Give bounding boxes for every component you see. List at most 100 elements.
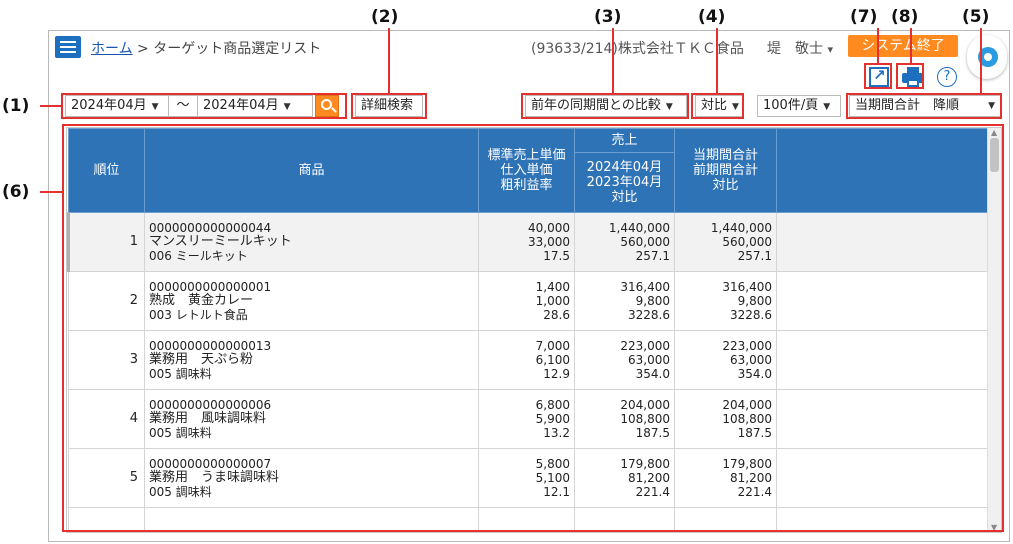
detail-search-button[interactable]: 詳細検索 (355, 95, 423, 117)
vertical-scrollbar[interactable]: ▲ ▼ (987, 128, 1001, 532)
callout-8: (8) (891, 7, 919, 27)
period-from-value: 2024年04月 (71, 98, 147, 113)
period-from-select[interactable]: 2024年04月 ▼ (65, 95, 169, 117)
header-sales-line: 2024年04月 (586, 160, 663, 175)
open-new-window-icon[interactable] (869, 66, 889, 87)
annotation-leader-1 (40, 105, 61, 107)
product-category: 005 調味料 (149, 367, 212, 381)
product-code: 0000000000000007 (149, 457, 272, 471)
breadcrumb-separator: > (137, 41, 149, 57)
header-sales-periods[interactable]: 2024年04月 2023年04月 対比 (574, 152, 675, 213)
product-cell: 0000000000000007 業務用 うま味調味料 005 調味料 (144, 448, 479, 508)
unit-value: 6,800 (535, 398, 570, 412)
total-value: 223,000 (722, 339, 772, 353)
caret-down-icon: ▼ (283, 102, 291, 112)
unit-value: 12.9 (543, 367, 570, 381)
page-size-select[interactable]: 100件/頁 ▼ (757, 95, 841, 117)
product-category: 006 ミールキット (149, 249, 248, 263)
product-cell: 0000000000000010 (144, 507, 479, 532)
product-code: 0000000000000044 (149, 221, 272, 235)
app-window: ホーム > ターゲット商品選定リスト (93633/214)株式会社ＴＫＣ食品 … (48, 30, 1010, 542)
breadcrumb-home-link[interactable]: ホーム (91, 41, 133, 57)
unit-cell: 1,400 1,000 28.6 (478, 271, 575, 331)
sales-value: 316,400 (620, 280, 670, 294)
header-sales-line: 対比 (611, 190, 638, 205)
table-row[interactable]: 4 0000000000000006 業務用 風味調味料 005 調味料 6,800 5,… (68, 389, 989, 449)
menu-icon[interactable] (55, 36, 81, 58)
product-code: 0000000000000013 (149, 339, 272, 353)
comparison-value: 前年の同期間との比較 (531, 98, 661, 113)
rank-cell: 4 (68, 389, 145, 449)
compare-type-select[interactable]: 対比 ▼ (695, 95, 743, 117)
annotation-leader-5 (980, 28, 982, 93)
total-value: 187.5 (737, 426, 772, 440)
total-cell: 316,400 9,800 3228.6 (674, 271, 777, 331)
annotation-leader-2 (388, 28, 390, 93)
header-rank[interactable]: 順位 (68, 128, 145, 213)
product-category: 005 調味料 (149, 426, 212, 440)
scroll-up-icon[interactable]: ▲ (991, 128, 997, 137)
product-category: 003 レトルト食品 (149, 308, 248, 322)
compare-type-value: 対比 (701, 98, 728, 113)
callout-3: (3) (594, 7, 622, 27)
total-cell: 223,000 63,000 354.0 (674, 330, 777, 390)
unit-cell: 5,800 5,100 12.1 (478, 448, 575, 508)
rank-cell (68, 507, 145, 532)
scrollbar-thumb[interactable] (990, 138, 999, 172)
product-code: 0000000000000001 (149, 280, 272, 294)
table-row[interactable]: 0000000000000010 5,400 172,800 172,800 (68, 507, 989, 532)
total-cell: 204,000 108,800 187.5 (674, 389, 777, 449)
system-exit-button[interactable]: システム終了 (848, 35, 958, 57)
callout-7: (7) (850, 7, 878, 27)
scroll-down-icon[interactable]: ▼ (991, 523, 997, 532)
callout-4: (4) (698, 7, 726, 27)
annotation-leader-8 (910, 28, 912, 63)
caret-down-icon: ▼ (732, 102, 739, 112)
total-value: 9,800 (737, 294, 772, 308)
sales-cell: 204,000 108,800 187.5 (574, 389, 675, 449)
help-icon[interactable]: ? (937, 67, 957, 87)
sales-value: 9,800 (635, 294, 670, 308)
header-total-line: 対比 (712, 178, 739, 193)
sales-value: 108,800 (620, 412, 670, 426)
unit-value: 5,100 (535, 471, 570, 485)
table-row[interactable]: 2 0000000000000001 熟成 黄金カレー 003 レトルト食品 1,400… (68, 271, 989, 331)
user-menu[interactable]: 堤 敬士 ▾ (767, 38, 833, 58)
total-cell: 172,800 (674, 507, 777, 532)
product-name: 業務用 天ぷら粉 (149, 352, 254, 367)
blank-cell (776, 448, 989, 508)
period-to-select[interactable]: 2024年04月 ▼ (197, 95, 313, 117)
product-cell: 0000000000000001 熟成 黄金カレー 003 レトルト食品 (144, 271, 479, 331)
header-blank (776, 128, 989, 213)
comparison-select[interactable]: 前年の同期間との比較 ▼ (525, 95, 687, 117)
sales-value: 172,800 (579, 530, 670, 532)
sales-cell: 172,800 (574, 507, 675, 532)
unit-value: 1,400 (535, 280, 570, 294)
table-row[interactable]: 1 0000000000000044 マンスリーミールキット 006 ミールキット 40… (67, 212, 989, 272)
header-product[interactable]: 商品 (144, 128, 479, 213)
sales-value: 63,000 (628, 353, 670, 367)
header-sales[interactable]: 売上 (574, 128, 675, 153)
header-period-total[interactable]: 当期間合計 前期間合計 対比 (674, 128, 777, 213)
sales-value: 187.5 (635, 426, 670, 440)
assistant-mascot-icon[interactable] (967, 35, 1007, 79)
chevron-down-icon: ▾ (827, 43, 833, 56)
product-cell: 0000000000000044 マンスリーミールキット 006 ミールキット (144, 212, 479, 272)
total-value: 63,000 (730, 353, 772, 367)
search-button[interactable] (315, 95, 339, 117)
header-unit-price[interactable]: 標準売上単価 仕入単価 粗利益率 (478, 128, 575, 213)
unit-value: 12.1 (543, 485, 570, 499)
caret-down-icon: ▼ (823, 102, 831, 112)
callout-2: (2) (371, 7, 399, 27)
sales-value: 3228.6 (628, 308, 670, 322)
total-value: 354.0 (737, 367, 772, 381)
print-icon[interactable] (902, 67, 924, 87)
page-title: ターゲット商品選定リスト (153, 41, 322, 57)
table-row[interactable]: 5 0000000000000007 業務用 うま味調味料 005 調味料 5,800 5… (68, 448, 989, 508)
blank-cell (776, 389, 989, 449)
unit-cell: 6,800 5,900 13.2 (478, 389, 575, 449)
unit-value: 5,900 (535, 412, 570, 426)
sort-select[interactable]: 当期間合計 降順 ▼ (849, 95, 1001, 117)
header-unit-line: 標準売上単価 (487, 148, 566, 163)
table-row[interactable]: 3 0000000000000013 業務用 天ぷら粉 005 調味料 7,000 6,1… (68, 330, 989, 390)
